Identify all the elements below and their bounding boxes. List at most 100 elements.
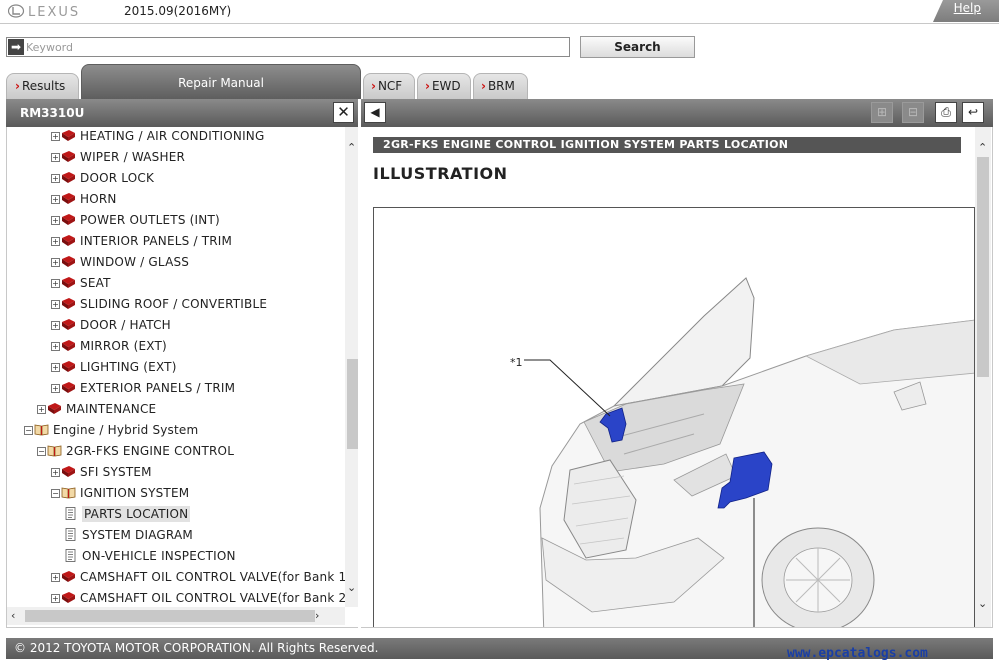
red-book-icon: [61, 276, 80, 290]
tab-ewd[interactable]: › EWD: [417, 73, 471, 99]
help-link[interactable]: Help: [954, 1, 981, 15]
tree-item[interactable]: + DOOR LOCK: [51, 171, 154, 192]
tree-item[interactable]: + EXTERIOR PANELS / TRIM: [51, 381, 235, 402]
tree-scroll-thumb[interactable]: [347, 359, 358, 449]
scroll-up-icon[interactable]: ⌃: [347, 141, 356, 154]
tree-item[interactable]: + HEATING / AIR CONDITIONING: [51, 129, 265, 150]
scroll-left-icon[interactable]: ‹: [11, 609, 15, 622]
tree-item-label: SEAT: [80, 276, 111, 290]
tree-item[interactable]: + CAMSHAFT OIL CONTROL VALVE(for Bank 1): [51, 570, 351, 591]
help-tab[interactable]: Help: [933, 0, 999, 22]
tree-item[interactable]: + SFI SYSTEM: [51, 465, 152, 486]
red-book-icon: [61, 339, 80, 353]
tree-item[interactable]: + POWER OUTLETS (INT): [51, 213, 220, 234]
tree-item[interactable]: + INTERIOR PANELS / TRIM: [51, 234, 232, 255]
tree-item-label: 2GR-FKS ENGINE CONTROL: [66, 444, 235, 458]
expand-icon[interactable]: +: [51, 321, 60, 330]
tree-item[interactable]: SYSTEM DIAGRAM: [63, 528, 193, 549]
red-book-icon: [61, 360, 80, 374]
tree-item[interactable]: + MIRROR (EXT): [51, 339, 167, 360]
expand-icon[interactable]: +: [51, 384, 60, 393]
tab-ncf-label: NCF: [377, 79, 403, 93]
tree-item-label: HORN: [80, 192, 117, 206]
red-book-icon: [61, 171, 80, 185]
tree-item[interactable]: − 2GR-FKS ENGINE CONTROL: [37, 444, 234, 465]
zoom-in-button[interactable]: ⊞: [871, 102, 893, 123]
scroll-right-icon[interactable]: ›: [315, 609, 319, 622]
tree-item-label: LIGHTING (EXT): [80, 360, 177, 374]
expand-icon[interactable]: +: [51, 132, 60, 141]
expand-icon[interactable]: +: [51, 174, 60, 183]
open-book-icon: [34, 423, 53, 437]
tree-item-label: CAMSHAFT OIL CONTROL VALVE(for Bank 2): [80, 591, 352, 605]
expand-icon[interactable]: +: [51, 195, 60, 204]
callout-leader-line: [524, 359, 611, 417]
tree-item[interactable]: − Engine / Hybrid System: [24, 423, 198, 444]
collapse-icon[interactable]: −: [51, 489, 60, 498]
tree-item[interactable]: + WINDOW / GLASS: [51, 255, 189, 276]
expand-icon[interactable]: +: [51, 153, 60, 162]
tab-repair-manual[interactable]: Repair Manual: [81, 64, 361, 99]
tree-item[interactable]: + LIGHTING (EXT): [51, 360, 177, 381]
collapse-icon[interactable]: −: [37, 447, 46, 456]
tree-item[interactable]: − IGNITION SYSTEM: [51, 486, 189, 507]
tree-item[interactable]: + SEAT: [51, 276, 111, 297]
scroll-down-icon[interactable]: ⌄: [978, 597, 987, 610]
expand-icon[interactable]: +: [51, 342, 60, 351]
print-button[interactable]: ⎙: [935, 102, 957, 123]
return-arrow-icon: ↩: [967, 105, 979, 119]
tab-results[interactable]: › Results: [6, 73, 79, 99]
tab-ewd-label: EWD: [431, 79, 461, 93]
document-vertical-scrollbar[interactable]: ⌃ ⌄: [975, 127, 991, 627]
return-button[interactable]: ↩: [962, 102, 984, 123]
tree-item[interactable]: + WIPER / WASHER: [51, 150, 185, 171]
tree-vertical-scrollbar[interactable]: ⌃ ⌄: [345, 127, 358, 607]
tab-brm-label: BRM: [487, 79, 515, 93]
expand-icon[interactable]: +: [51, 216, 60, 225]
expand-icon[interactable]: +: [51, 237, 60, 246]
keyword-input[interactable]: [26, 38, 566, 56]
zoom-out-button[interactable]: ⊟: [902, 102, 924, 123]
manual-id: RM3310U: [20, 106, 85, 120]
tab-ncf[interactable]: › NCF: [363, 73, 415, 99]
tree-item-label: DOOR / HATCH: [80, 318, 171, 332]
content-toolbar: ◀ ⊞ ⊟ ⎙ ↩: [361, 99, 993, 127]
red-book-icon: [61, 234, 80, 248]
search-button[interactable]: Search: [580, 36, 695, 58]
expand-icon[interactable]: +: [51, 573, 60, 582]
page-icon: [63, 549, 82, 563]
expand-icon[interactable]: +: [51, 258, 60, 267]
tab-repair-manual-label: Repair Manual: [178, 76, 264, 90]
collapse-tree-button[interactable]: ◀: [364, 102, 386, 123]
tree-item[interactable]: PARTS LOCATION: [63, 506, 191, 528]
scroll-up-icon[interactable]: ⌃: [978, 141, 987, 154]
tree-horizontal-scrollbar[interactable]: ‹ ›: [7, 607, 345, 625]
tree-header-bar: RM3310U ✕: [6, 99, 358, 127]
chevron-right-icon: ›: [15, 79, 20, 93]
document-scroll-thumb[interactable]: [977, 157, 989, 377]
tree-item[interactable]: + DOOR / HATCH: [51, 318, 171, 339]
expand-icon[interactable]: +: [37, 405, 46, 414]
navigation-tree: + HEATING / AIR CONDITIONING + WIPER / WASH…: [6, 127, 358, 628]
expand-icon[interactable]: +: [51, 363, 60, 372]
tree-hscroll-thumb[interactable]: [25, 610, 315, 622]
expand-icon[interactable]: +: [51, 594, 60, 603]
tree-item[interactable]: + HORN: [51, 192, 117, 213]
close-tree-button[interactable]: ✕: [333, 102, 354, 123]
expand-icon[interactable]: +: [51, 468, 60, 477]
tree-item[interactable]: + SLIDING ROOF / CONVERTIBLE: [51, 297, 267, 318]
chevron-right-icon: ›: [481, 79, 486, 93]
scroll-down-icon[interactable]: ⌄: [347, 581, 356, 594]
expand-icon[interactable]: +: [51, 279, 60, 288]
tab-brm[interactable]: › BRM: [473, 73, 528, 99]
red-book-icon: [61, 150, 80, 164]
red-book-icon: [61, 465, 80, 479]
expand-icon[interactable]: +: [51, 300, 60, 309]
zoom-out-icon: ⊟: [907, 105, 919, 119]
arrow-right-icon[interactable]: ➡: [8, 39, 24, 55]
collapse-icon[interactable]: −: [24, 426, 33, 435]
tree-item[interactable]: + MAINTENANCE: [37, 402, 156, 423]
page-icon: [63, 507, 82, 521]
tree-item[interactable]: ON-VEHICLE INSPECTION: [63, 549, 236, 570]
vehicle-illustration: [524, 277, 974, 627]
